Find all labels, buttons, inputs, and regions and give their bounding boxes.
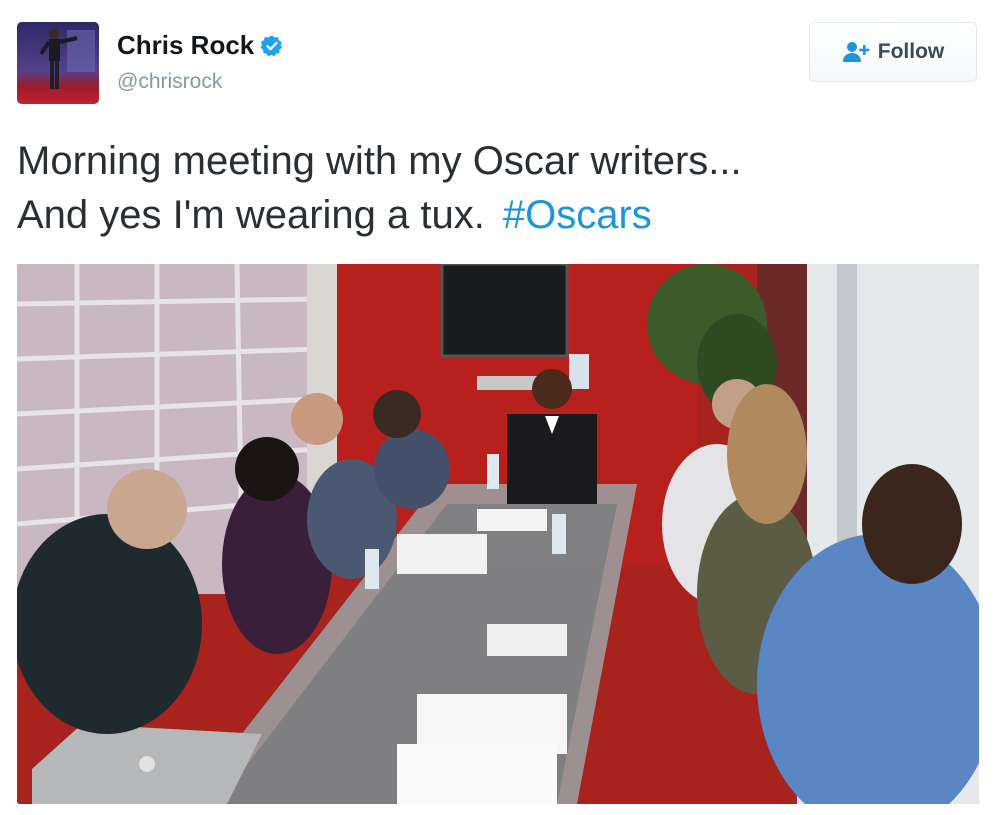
add-user-icon [842, 42, 870, 62]
display-name[interactable]: Chris Rock [117, 30, 254, 61]
user-handle[interactable]: @chrisrock [117, 70, 222, 94]
meeting-photo [17, 264, 979, 804]
tweet-line-1: Morning meeting with my Oscar writers... [17, 139, 742, 183]
avatar[interactable] [17, 22, 99, 104]
follow-button-label: Follow [877, 40, 945, 63]
tweet-line-2-text: And yes I'm wearing a tux. [17, 193, 485, 237]
tweet-text: Morning meeting with my Oscar writers...… [17, 134, 977, 242]
user-name-row[interactable]: Chris Rock [117, 30, 284, 61]
apple-logo-icon [139, 756, 155, 772]
follow-button[interactable]: Follow [809, 22, 977, 82]
tweet-line-2: And yes I'm wearing a tux. #Oscars [17, 188, 977, 242]
avatar-figure [17, 22, 99, 104]
verified-badge-icon [260, 35, 283, 56]
hashtag-link[interactable]: #Oscars [503, 193, 652, 237]
tweet-photo[interactable] [17, 264, 979, 804]
